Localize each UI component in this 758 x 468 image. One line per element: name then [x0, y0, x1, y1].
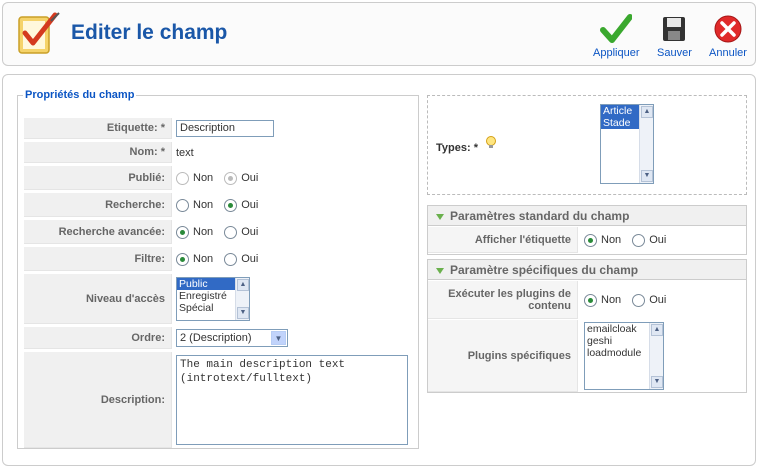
cancel-button[interactable]: Annuler	[709, 13, 747, 59]
recherche-non-label: Non	[193, 199, 214, 211]
types-box: Types: * Article Stade ▲ ▼	[427, 95, 747, 195]
publie-oui-label: Oui	[241, 172, 259, 184]
scroll-up-icon[interactable]: ▲	[651, 324, 663, 336]
scroll-down-icon[interactable]: ▼	[651, 376, 663, 388]
label-ordre: Ordre:	[24, 327, 172, 349]
afficher-non-radio[interactable]	[584, 233, 597, 247]
save-button[interactable]: Sauver	[657, 13, 692, 59]
label-afficher-etiquette: Afficher l'étiquette	[428, 227, 578, 253]
label-recherche-avancee: Recherche avancée:	[24, 220, 172, 244]
afficher-oui-radio[interactable]	[632, 233, 646, 247]
specific-params-panel: Paramètre spécifiques du champ Exécuter …	[427, 259, 747, 393]
recherche-oui-label: Oui	[241, 199, 259, 211]
label-publie: Publié:	[24, 166, 172, 190]
label-plugins-specifiques: Plugins spécifiques	[428, 320, 578, 392]
recherche-avancee-oui-radio[interactable]	[224, 225, 238, 239]
recherche-non-radio[interactable]	[176, 198, 189, 212]
ordre-selected-value: 2 (Description)	[180, 332, 252, 344]
access-scrollbar[interactable]: ▲ ▼	[235, 278, 249, 320]
label-executer-plugins: Exécuter les plugins de contenu	[428, 281, 578, 319]
types-scrollbar[interactable]: ▲ ▼	[639, 105, 653, 183]
publie-non-radio[interactable]	[176, 171, 189, 185]
save-label: Sauver	[657, 47, 692, 59]
standard-params-header[interactable]: Paramètres standard du champ	[428, 206, 746, 226]
check-icon	[600, 14, 633, 43]
recherche-avancee-non-radio[interactable]	[176, 225, 189, 239]
filtre-oui-radio[interactable]	[224, 252, 238, 266]
publie-non-label: Non	[193, 172, 214, 184]
standard-params-table: Afficher l'étiquette Non Oui	[428, 226, 746, 254]
field-properties-legend: Propriétés du champ	[25, 89, 135, 101]
filtre-non-radio[interactable]	[176, 252, 189, 266]
description-textarea[interactable]: The main description text (introtext/ful…	[176, 355, 408, 445]
label-etiquette: Etiquette: *	[24, 118, 172, 139]
ordre-select[interactable]: 2 (Description) ▼	[176, 329, 288, 347]
plugins-listbox[interactable]: emailcloak geshi loadmodule ▲ ▼	[584, 322, 664, 390]
label-nom: Nom: *	[24, 142, 172, 163]
plugins-scrollbar[interactable]: ▲ ▼	[649, 323, 663, 389]
edit-field-logo-icon	[18, 12, 60, 54]
afficher-non-label: Non	[601, 234, 622, 246]
publie-oui-radio[interactable]	[224, 171, 238, 185]
lightbulb-icon[interactable]	[485, 136, 497, 150]
nom-value: text	[176, 146, 194, 159]
scroll-down-icon[interactable]: ▼	[237, 307, 249, 319]
executer-oui-radio[interactable]	[632, 293, 646, 307]
specific-params-table: Exécuter les plugins de contenu Non Oui …	[428, 280, 746, 393]
standard-params-panel: Paramètres standard du champ Afficher l'…	[427, 205, 747, 255]
recherche-avancee-non-label: Non	[193, 226, 214, 238]
toolbar: Editer le champ Appliquer Sauver Annuler	[2, 2, 756, 66]
cancel-icon	[714, 15, 742, 43]
collapse-triangle-icon	[436, 213, 444, 220]
types-listbox[interactable]: Article Stade ▲ ▼	[600, 104, 654, 184]
recherche-avancee-oui-label: Oui	[241, 226, 259, 238]
label-recherche: Recherche:	[24, 193, 172, 217]
cancel-label: Annuler	[709, 47, 747, 59]
access-level-listbox[interactable]: Public Enregistré Spécial ▲ ▼	[176, 277, 250, 321]
field-properties-fieldset: Propriétés du champ Etiquette: * Descrip…	[17, 89, 419, 449]
scroll-down-icon[interactable]: ▼	[641, 170, 653, 182]
scroll-up-icon[interactable]: ▲	[237, 279, 249, 291]
page-title: Editer le champ	[71, 21, 228, 44]
specific-params-header[interactable]: Paramètre spécifiques du champ	[428, 260, 746, 280]
label-description: Description:	[24, 352, 172, 448]
etiquette-input[interactable]: Description	[176, 120, 274, 137]
main-content: Propriétés du champ Etiquette: * Descrip…	[2, 74, 756, 466]
floppy-disk-icon	[663, 17, 686, 41]
executer-oui-label: Oui	[649, 294, 667, 306]
filtre-oui-label: Oui	[241, 253, 259, 265]
apply-label: Appliquer	[593, 47, 640, 59]
apply-button[interactable]: Appliquer	[593, 13, 639, 59]
afficher-oui-label: Oui	[649, 234, 667, 246]
executer-non-radio[interactable]	[584, 293, 597, 307]
scroll-up-icon[interactable]: ▲	[641, 106, 653, 118]
filtre-non-label: Non	[193, 253, 214, 265]
label-filtre: Filtre:	[24, 247, 172, 271]
properties-table: Etiquette: * Description Nom: * text Pub…	[24, 115, 412, 451]
recherche-oui-radio[interactable]	[224, 198, 238, 212]
types-label: Types: *	[436, 142, 478, 154]
label-niveau-acces: Niveau d'accès	[24, 274, 172, 324]
collapse-triangle-icon	[436, 267, 444, 274]
executer-non-label: Non	[601, 294, 622, 306]
chevron-down-icon[interactable]: ▼	[271, 331, 286, 345]
